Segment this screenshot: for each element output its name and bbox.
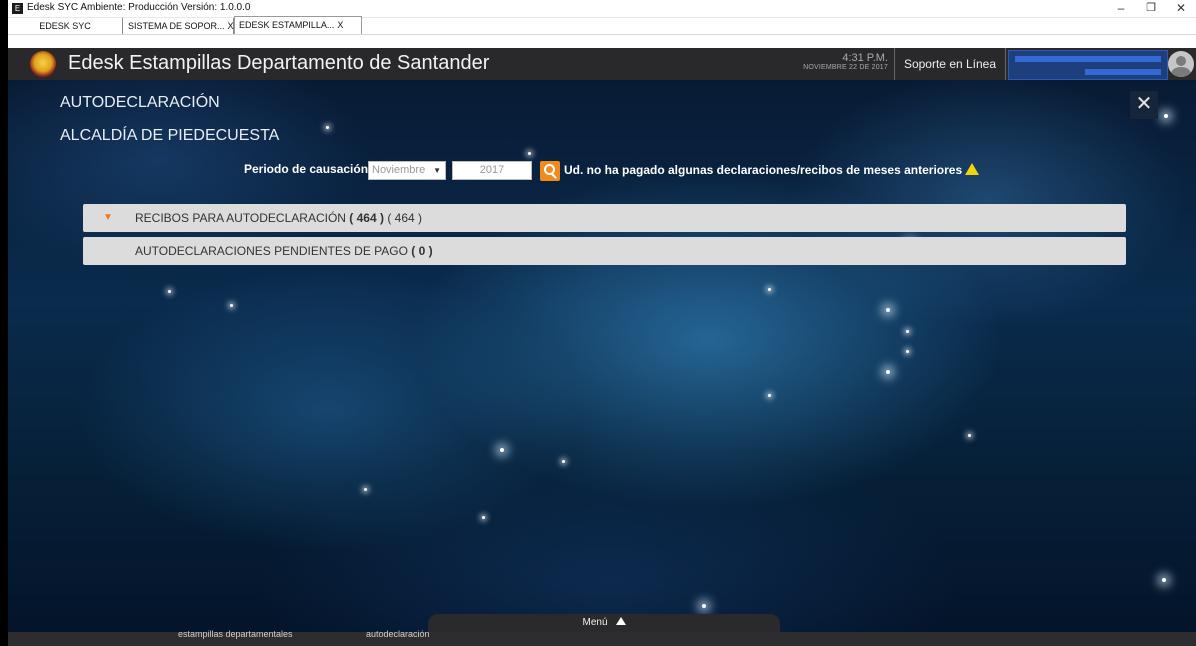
- tab-label: SISTEMA DE SOPOR...: [128, 21, 225, 31]
- search-button[interactable]: [540, 161, 560, 181]
- tab-close-icon[interactable]: X: [228, 21, 234, 31]
- star-decoration: [886, 370, 890, 374]
- star-decoration: [562, 460, 565, 463]
- minimize-button[interactable]: –: [1106, 0, 1136, 17]
- close-icon[interactable]: ✕: [1130, 91, 1158, 119]
- tab-bar: EDESK SYC SISTEMA DE SOPOR... X EDESK EST…: [8, 16, 1196, 35]
- star-decoration: [1164, 114, 1168, 118]
- dropdown-arrow-icon: ▼: [433, 166, 441, 175]
- search-icon-handle: [551, 173, 557, 179]
- breadcrumb-autodeclaracion[interactable]: autodeclaración: [366, 627, 430, 641]
- unpaid-warning: Ud. no ha pagado algunas declaraciones/r…: [564, 162, 980, 177]
- crest-icon: [30, 51, 56, 77]
- app-icon: E: [12, 3, 23, 14]
- avatar-icon[interactable]: [1168, 51, 1194, 77]
- title-bar: E Edesk SYC Ambiente: Producción Versión…: [8, 0, 1196, 18]
- clock-date: NOVIEMBRE 22 DE 2017: [803, 64, 888, 71]
- menu-toggle-button[interactable]: Menú: [428, 614, 780, 632]
- entity-title: ALCALDÍA DE PIEDECUESTA: [60, 127, 280, 144]
- star-decoration: [886, 308, 890, 312]
- star-decoration: [702, 604, 706, 608]
- star-decoration: [1162, 578, 1166, 582]
- user-role-redacted: [1085, 69, 1161, 75]
- main-content: AUTODECLARACIÓN ALCALDÍA DE PIEDECUESTA …: [8, 80, 1196, 632]
- receipts-count-bold: ( 464 ): [349, 211, 384, 225]
- tab-close-icon[interactable]: X: [337, 20, 343, 30]
- maximize-button[interactable]: ❐: [1136, 0, 1166, 17]
- star-decoration: [326, 126, 329, 129]
- user-name-redacted: [1015, 56, 1161, 62]
- period-label: Periodo de causación: [244, 162, 369, 176]
- receipts-count: ( 464 ): [387, 211, 423, 225]
- caret-down-icon: ▼: [103, 212, 113, 223]
- star-decoration: [500, 448, 504, 452]
- unpaid-warning-text: Ud. no ha pagado algunas declaraciones/r…: [564, 163, 963, 177]
- status-bar: estampillas departamentales autodeclarac…: [8, 629, 1196, 646]
- app-header: Edesk Estampillas Departamento de Santan…: [8, 48, 1196, 80]
- tab-label: EDESK SYC: [39, 21, 91, 31]
- online-support-button[interactable]: Soporte en Línea: [894, 48, 1006, 80]
- tab-edesk-estampillas[interactable]: EDESK ESTAMPILLA... X: [234, 16, 362, 34]
- screen-frame: E Edesk SYC Ambiente: Producción Versión…: [0, 0, 1196, 646]
- star-decoration: [768, 288, 771, 291]
- user-info-redacted[interactable]: [1008, 50, 1168, 80]
- receipts-panel-label: RECIBOS PARA AUTODECLARACIÓN: [135, 211, 346, 225]
- triangle-up-icon: [615, 617, 626, 625]
- window-title: Edesk SYC Ambiente: Producción Versión: …: [27, 2, 251, 13]
- breadcrumb-estampillas[interactable]: estampillas departamentales: [178, 627, 293, 641]
- star-decoration: [768, 394, 771, 397]
- year-input[interactable]: 2017: [452, 161, 532, 180]
- tab-edesk-syc[interactable]: EDESK SYC: [8, 18, 123, 34]
- pending-declarations-panel[interactable]: AUTODECLARACIONES PENDIENTES DE PAGO ( 0…: [83, 237, 1126, 265]
- section-title: AUTODECLARACIÓN: [60, 94, 220, 111]
- star-decoration: [906, 350, 909, 353]
- month-select-value: Noviembre: [372, 164, 426, 176]
- close-window-button[interactable]: ✕: [1166, 0, 1196, 17]
- receipts-panel-title: RECIBOS PARA AUTODECLARACIÓN ( 464 ) ( 4…: [135, 204, 422, 232]
- warning-icon: [965, 163, 980, 175]
- pending-panel-label: AUTODECLARACIONES PENDIENTES DE PAGO: [135, 244, 408, 258]
- pending-count-bold: ( 0 ): [411, 244, 433, 258]
- app-window: E Edesk SYC Ambiente: Producción Versión…: [8, 0, 1196, 646]
- star-decoration: [528, 152, 531, 155]
- menu-label: Menú: [582, 617, 608, 628]
- receipts-panel[interactable]: ▼ RECIBOS PARA AUTODECLARACIÓN ( 464 ) (…: [83, 204, 1126, 232]
- clock: 4:31 P.M. NOVIEMBRE 22 DE 2017: [788, 52, 888, 71]
- star-decoration: [968, 434, 971, 437]
- tab-label: EDESK ESTAMPILLA...: [239, 20, 335, 30]
- star-decoration: [230, 304, 233, 307]
- star-decoration: [906, 330, 909, 333]
- pending-panel-title: AUTODECLARACIONES PENDIENTES DE PAGO ( 0…: [135, 237, 433, 265]
- clock-time: 4:31 P.M.: [842, 52, 888, 64]
- tab-sistema-soporte[interactable]: SISTEMA DE SOPOR... X: [124, 18, 234, 34]
- star-decoration: [482, 516, 485, 519]
- star-decoration: [168, 290, 171, 293]
- app-title: Edesk Estampillas Departamento de Santan…: [68, 52, 490, 74]
- month-select[interactable]: Noviembre ▼: [368, 161, 446, 180]
- star-decoration: [364, 488, 367, 491]
